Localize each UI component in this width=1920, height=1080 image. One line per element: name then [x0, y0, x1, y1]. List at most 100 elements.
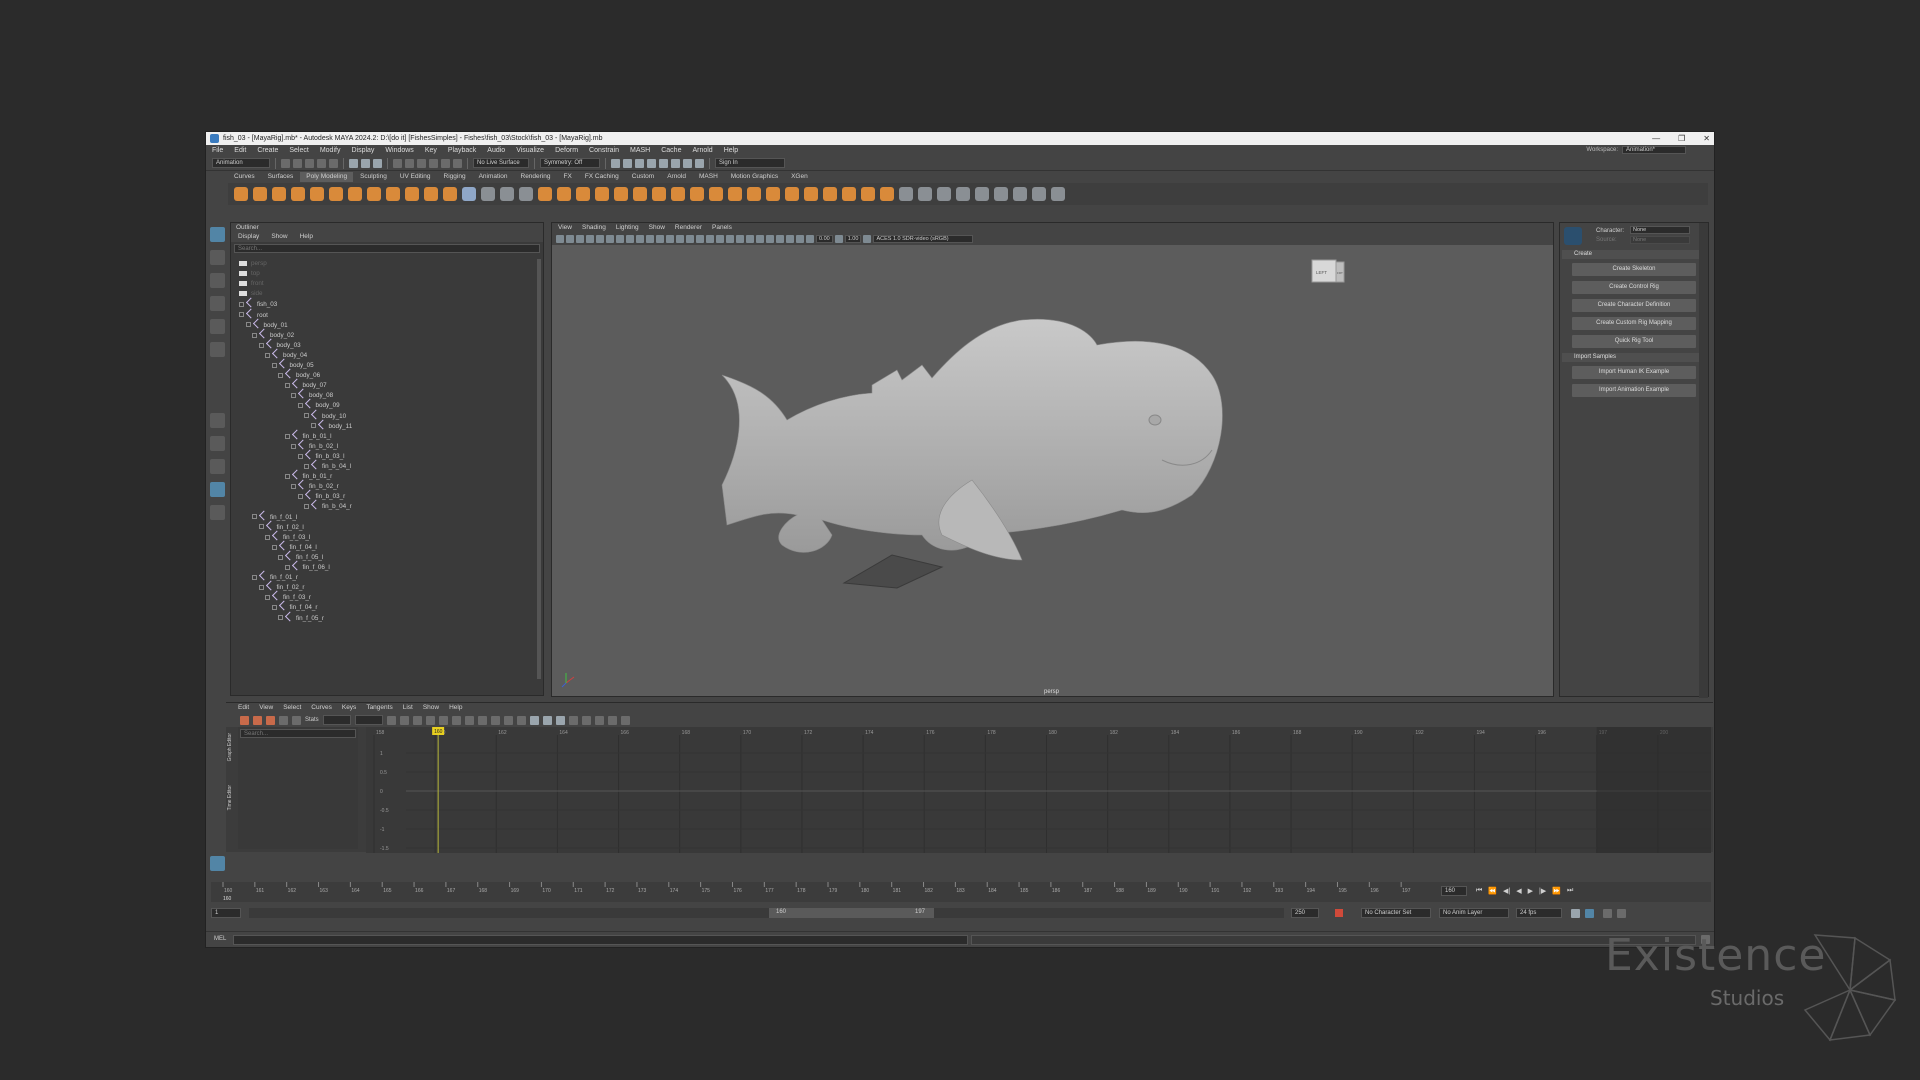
- graph-search-input[interactable]: Search...: [240, 729, 356, 738]
- expand-toggle-icon[interactable]: [271, 544, 277, 550]
- gate-mask-icon[interactable]: [626, 235, 634, 243]
- graph-menu-list[interactable]: List: [403, 703, 413, 713]
- menu-constrain[interactable]: Constrain: [589, 147, 619, 154]
- gamma-field[interactable]: 1.00: [844, 235, 862, 243]
- scale-tool-icon[interactable]: [209, 342, 225, 357]
- tangent-clamped-icon[interactable]: [412, 715, 422, 725]
- expand-toggle-icon[interactable]: [297, 494, 303, 500]
- shelf-tab-xgen[interactable]: XGen: [785, 172, 814, 182]
- outliner-menu-display[interactable]: Display: [238, 232, 259, 242]
- film-gate-icon[interactable]: [606, 235, 614, 243]
- expand-toggle-icon[interactable]: [304, 504, 309, 510]
- duplicate-face-icon[interactable]: [861, 187, 875, 201]
- end-frame-field[interactable]: 250: [1291, 908, 1319, 918]
- quick-rig-tool-button[interactable]: Quick Rig Tool: [1572, 335, 1696, 348]
- select-component-icon[interactable]: [373, 158, 382, 168]
- tangent-spline-icon[interactable]: [399, 715, 409, 725]
- expand-toggle-icon[interactable]: [265, 595, 270, 601]
- outliner-item-fin-b-04-l[interactable]: fin_b_04_l: [304, 459, 351, 471]
- outliner-item-body-04[interactable]: body_04: [265, 348, 307, 360]
- character-tool-icon[interactable]: [1051, 187, 1065, 201]
- exposure-field[interactable]: 0.00: [816, 235, 833, 243]
- sculpt-brush-icon[interactable]: [937, 187, 951, 201]
- outliner-item-fin-f-04-l[interactable]: fin_f_04_l: [271, 540, 317, 552]
- shelf-tab-rendering[interactable]: Rendering: [515, 172, 557, 182]
- mirror-icon[interactable]: [690, 187, 704, 201]
- outliner-item-fin-f-02-l[interactable]: fin_f_02_l: [258, 520, 304, 532]
- maya-home-icon[interactable]: [209, 856, 225, 871]
- lock-weight-icon[interactable]: [516, 715, 526, 725]
- outliner-item-body-07[interactable]: body_07: [284, 378, 327, 390]
- graph-menu-show[interactable]: Show: [423, 703, 439, 713]
- expand-toggle-icon[interactable]: [291, 443, 296, 449]
- expand-toggle-icon[interactable]: [278, 615, 283, 621]
- shelf-tab-fx-caching[interactable]: FX Caching: [579, 172, 625, 182]
- shelf-tab-sculpting[interactable]: Sculpting: [354, 172, 393, 182]
- two-view-icon[interactable]: [209, 459, 225, 474]
- menu-deform[interactable]: Deform: [555, 147, 578, 154]
- expand-toggle-icon[interactable]: [284, 433, 290, 439]
- viewport-menu-shading[interactable]: Shading: [582, 223, 606, 233]
- outliner-item-body-09[interactable]: body_09: [297, 398, 340, 410]
- render-frame-icon[interactable]: [611, 158, 620, 168]
- image-plane-icon[interactable]: [586, 235, 594, 243]
- shelf-tab-motion-graphics[interactable]: Motion Graphics: [725, 172, 784, 182]
- isolate-select-icon[interactable]: [776, 235, 784, 243]
- graph-menu-curves[interactable]: Curves: [311, 703, 332, 713]
- minimize-button[interactable]: —: [1652, 134, 1660, 143]
- soft-edge-icon[interactable]: [994, 187, 1008, 201]
- outliner-item-front[interactable]: front: [239, 279, 264, 289]
- poly-plane-icon[interactable]: [329, 187, 343, 201]
- snap-curve-icon[interactable]: [405, 158, 414, 168]
- menu-modify[interactable]: Modify: [320, 147, 341, 154]
- graph-menu-keys[interactable]: Keys: [342, 703, 356, 713]
- exposure-icon[interactable]: [806, 235, 814, 243]
- menu-playback[interactable]: Playback: [448, 147, 476, 154]
- outliner-item-fin-f-04-r[interactable]: fin_f_04_r: [271, 600, 318, 612]
- outliner-item-body-03[interactable]: body_03: [258, 338, 301, 350]
- expand-toggle-icon[interactable]: [284, 564, 290, 570]
- append-polygon-icon[interactable]: [709, 187, 723, 201]
- outliner-item-body-10[interactable]: body_10: [304, 409, 346, 421]
- menu-arnold[interactable]: Arnold: [692, 147, 712, 154]
- side-panel-tabs[interactable]: [1699, 223, 1708, 698]
- menu-key[interactable]: Key: [425, 147, 437, 154]
- cached-playback-icon[interactable]: [1585, 909, 1594, 918]
- booleans-icon[interactable]: [519, 187, 533, 201]
- normalize-icon[interactable]: [542, 715, 552, 725]
- menu-create[interactable]: Create: [257, 147, 278, 154]
- expand-toggle-icon[interactable]: [239, 302, 244, 308]
- expand-toggle-icon[interactable]: [278, 372, 283, 378]
- viewport-menu-renderer[interactable]: Renderer: [675, 223, 702, 233]
- combine-icon[interactable]: [462, 187, 476, 201]
- redo-icon[interactable]: [329, 158, 338, 168]
- snap-plane-icon[interactable]: [429, 158, 438, 168]
- anti-aliasing-icon[interactable]: [756, 235, 764, 243]
- bridge-icon[interactable]: [557, 187, 571, 201]
- outliner-item-fin-b-01-l[interactable]: fin_b_01_l: [284, 429, 332, 441]
- poly-torus-icon[interactable]: [310, 187, 324, 201]
- poly-text-icon[interactable]: [424, 187, 438, 201]
- expand-toggle-icon[interactable]: [265, 352, 270, 358]
- viewport-menu-show[interactable]: Show: [649, 223, 665, 233]
- circularize-icon[interactable]: [804, 187, 818, 201]
- expand-toggle-icon[interactable]: [265, 534, 270, 540]
- resolution-gate-icon[interactable]: [616, 235, 624, 243]
- expand-toggle-icon[interactable]: [252, 332, 257, 338]
- wireframe-icon[interactable]: [666, 235, 674, 243]
- tangent-linear-icon[interactable]: [425, 715, 435, 725]
- smooth-icon[interactable]: [500, 187, 514, 201]
- outliner-item-body-11[interactable]: body_11: [310, 419, 352, 431]
- outliner-item-top[interactable]: top: [239, 269, 260, 279]
- normals-icon[interactable]: [975, 187, 989, 201]
- shelf-tab-curves[interactable]: Curves: [228, 172, 261, 182]
- expand-toggle-icon[interactable]: [252, 514, 257, 520]
- expand-toggle-icon[interactable]: [291, 484, 296, 490]
- undo-icon[interactable]: [317, 158, 326, 168]
- range-track[interactable]: [249, 908, 1284, 918]
- uv-editor-icon[interactable]: [956, 187, 970, 201]
- region-key-icon[interactable]: [279, 715, 288, 725]
- shelf-tab-uv-editing[interactable]: UV Editing: [394, 172, 437, 182]
- outliner-item-fin-f-01-l[interactable]: fin_f_01_l: [252, 510, 297, 522]
- expand-toggle-icon[interactable]: [291, 393, 296, 399]
